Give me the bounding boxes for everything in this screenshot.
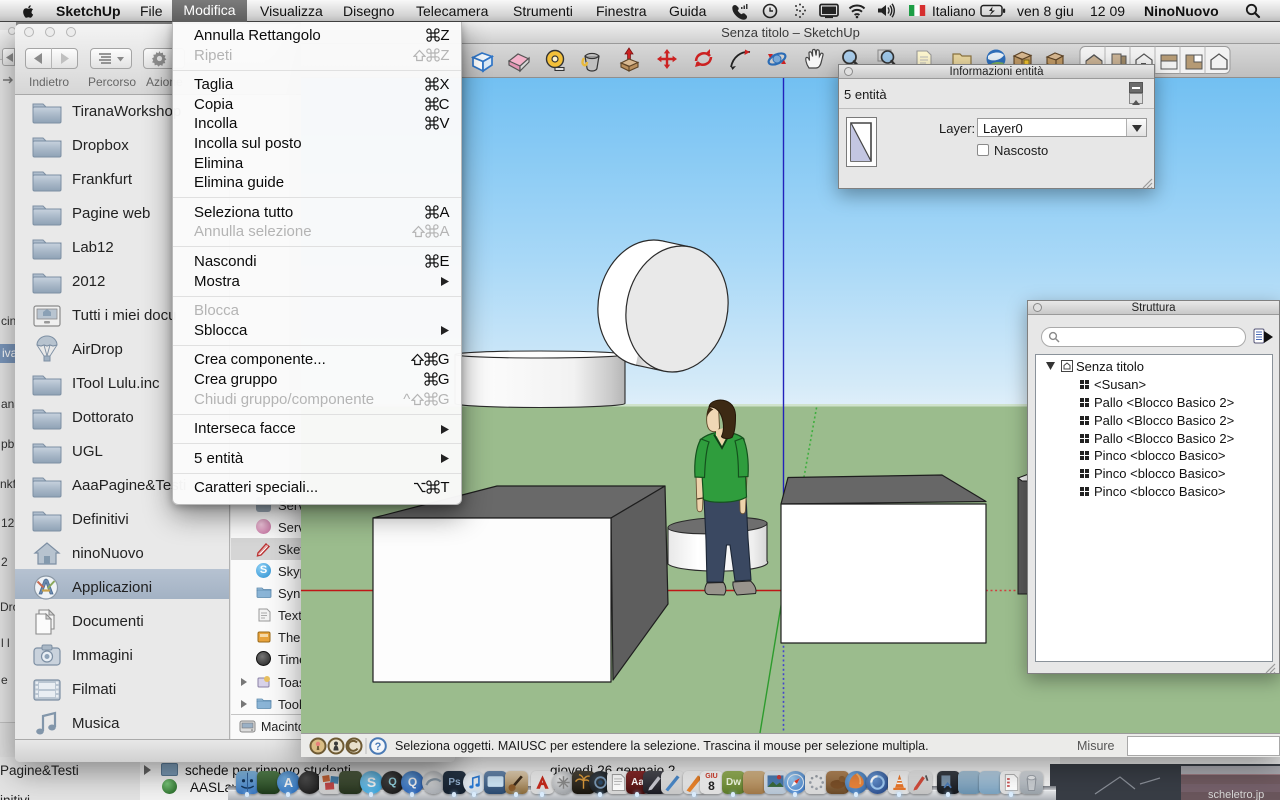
svg-text:?: ?: [375, 741, 382, 753]
